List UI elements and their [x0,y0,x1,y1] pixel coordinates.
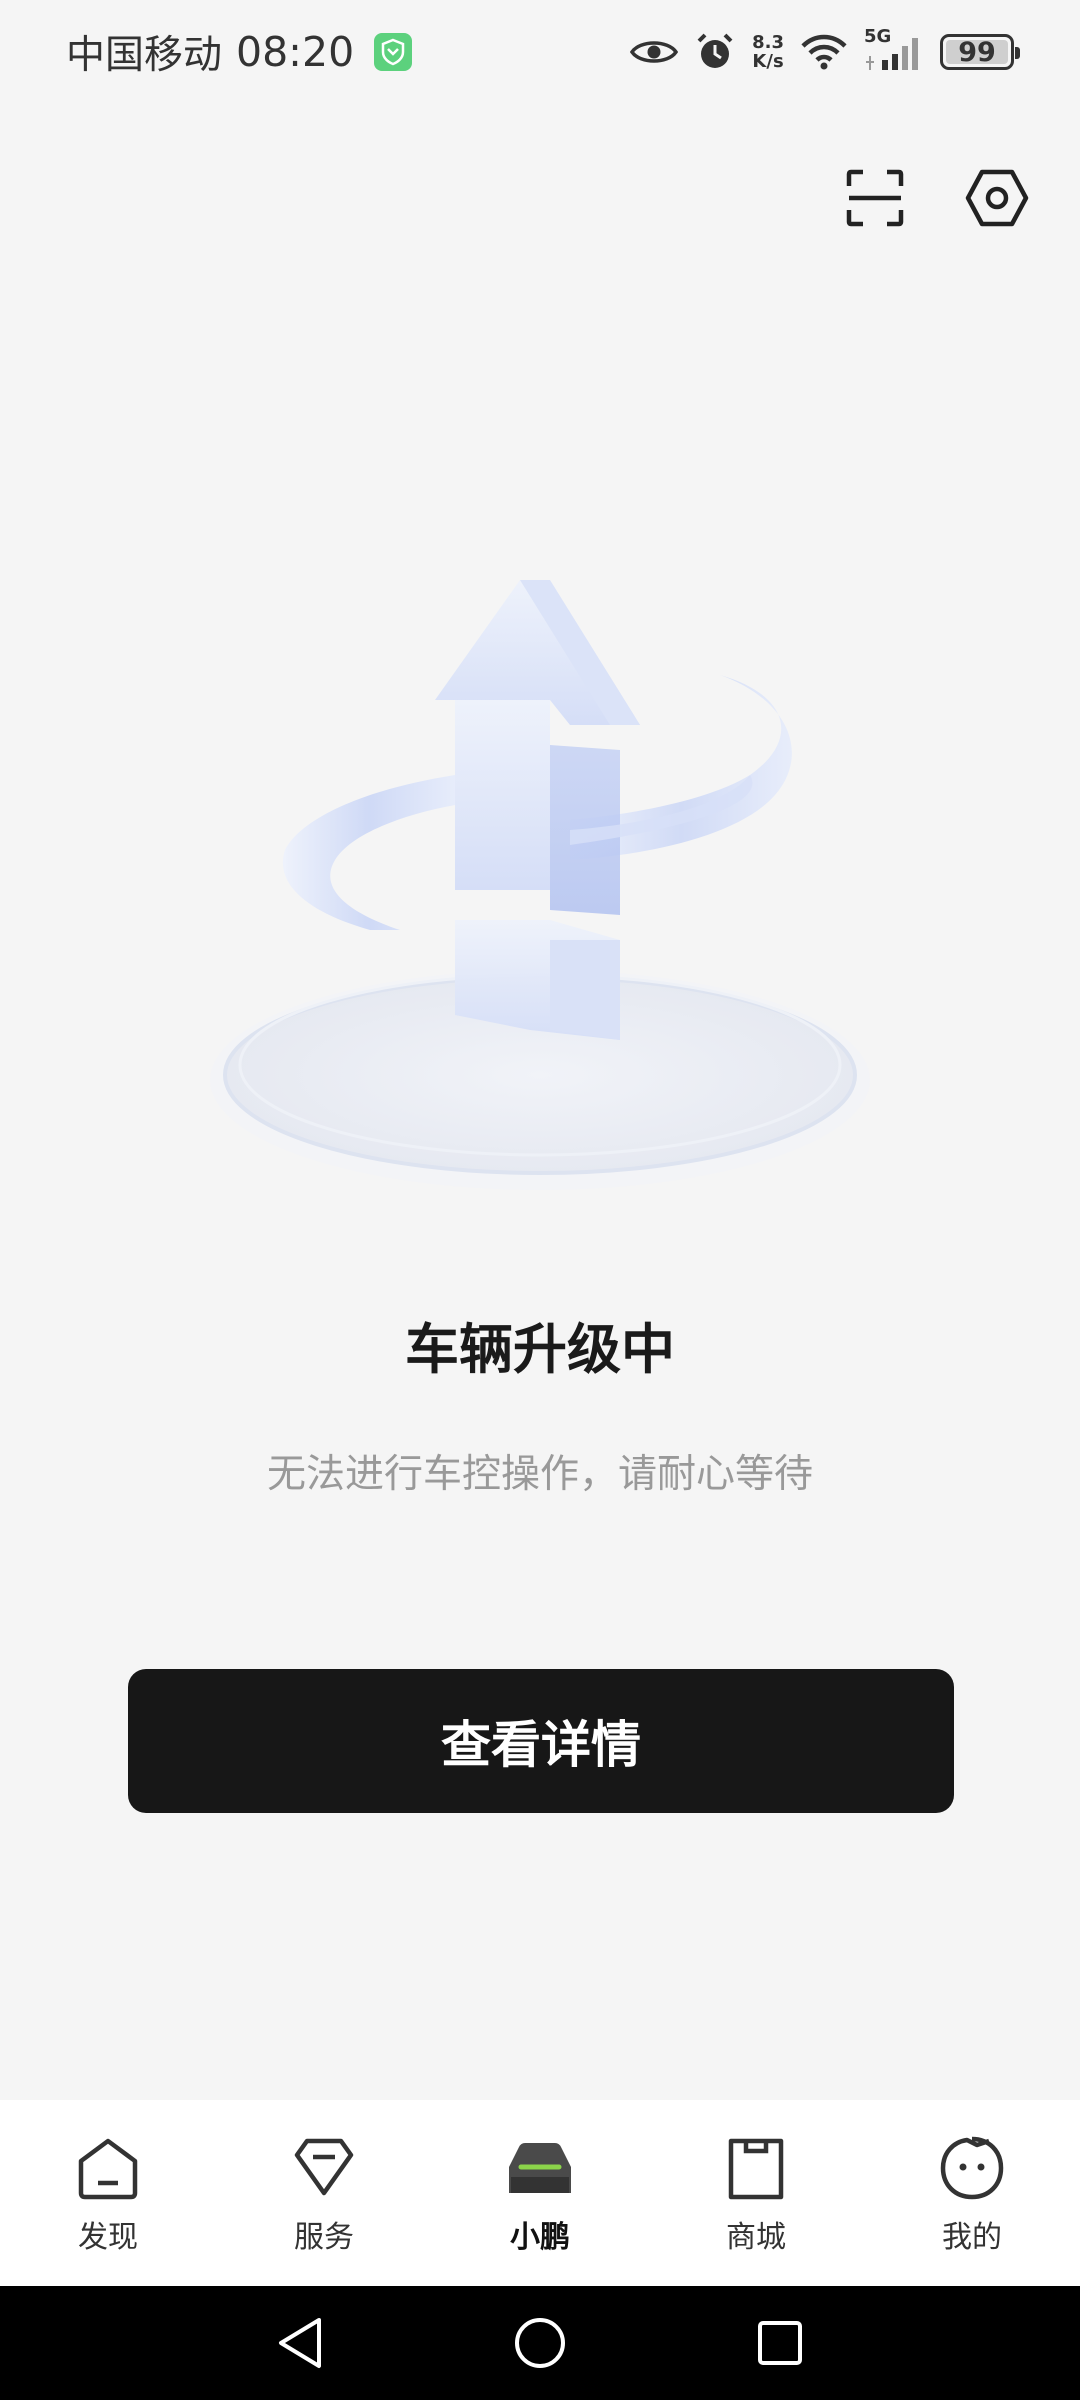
tab-shop[interactable]: 商城 [648,2100,864,2286]
tab-label: 小鹏 [510,2220,570,2255]
header-actions [842,165,1030,231]
tab-profile[interactable]: 我的 [864,2100,1080,2286]
upgrade-arrow-illustration [190,560,890,1240]
status-right: 8.3 K/s 5G 99 [630,26,1020,73]
battery-icon: 99 [940,34,1020,70]
car-icon [502,2130,578,2206]
clock: 08:20 [236,28,355,76]
tab-service[interactable]: 服务 [216,2100,432,2286]
system-nav-bar [0,2286,1080,2400]
battery-level: 99 [958,36,996,68]
recents-icon[interactable] [735,2298,825,2388]
profile-icon [934,2130,1010,2206]
home-circle-icon[interactable] [495,2298,585,2388]
settings-icon[interactable] [964,165,1030,231]
tab-label: 服务 [294,2220,354,2255]
back-icon[interactable] [255,2298,345,2388]
service-icon [286,2130,362,2206]
page-title: 车辆升级中 [405,1318,675,1381]
tab-label: 发现 [78,2220,138,2255]
net-speed-unit: K/s [752,51,784,72]
status-left: 中国移动 08:20 [66,24,413,80]
tab-discover[interactable]: 发现 [0,2100,216,2286]
tab-label: 我的 [942,2220,1002,2255]
bottom-tab-bar: 发现 服务 小鹏 商城 我的 [0,2100,1080,2286]
wifi-icon [800,34,848,70]
tab-label: 商城 [726,2220,786,2255]
network-type: 5G [864,26,892,47]
net-speed-value: 8.3 [752,32,784,53]
view-details-button[interactable]: 查看详情 [128,1669,954,1813]
status-bar: 中国移动 08:20 8.3 K/s 5G 99 [0,0,1080,104]
eye-icon [630,37,679,67]
tab-xiaopeng[interactable]: 小鹏 [432,2100,648,2286]
net-speed: 8.3 K/s [752,33,784,71]
page-subtitle: 无法进行车控操作，请耐心等待 [266,1452,813,1497]
shop-icon [718,2130,794,2206]
scan-icon[interactable] [842,165,908,231]
home-icon [70,2130,146,2206]
shield-app-icon [374,33,413,71]
alarm-icon [694,31,736,73]
carrier-name: 中国移动 [66,33,223,78]
signal-icon: 5G [864,26,924,72]
